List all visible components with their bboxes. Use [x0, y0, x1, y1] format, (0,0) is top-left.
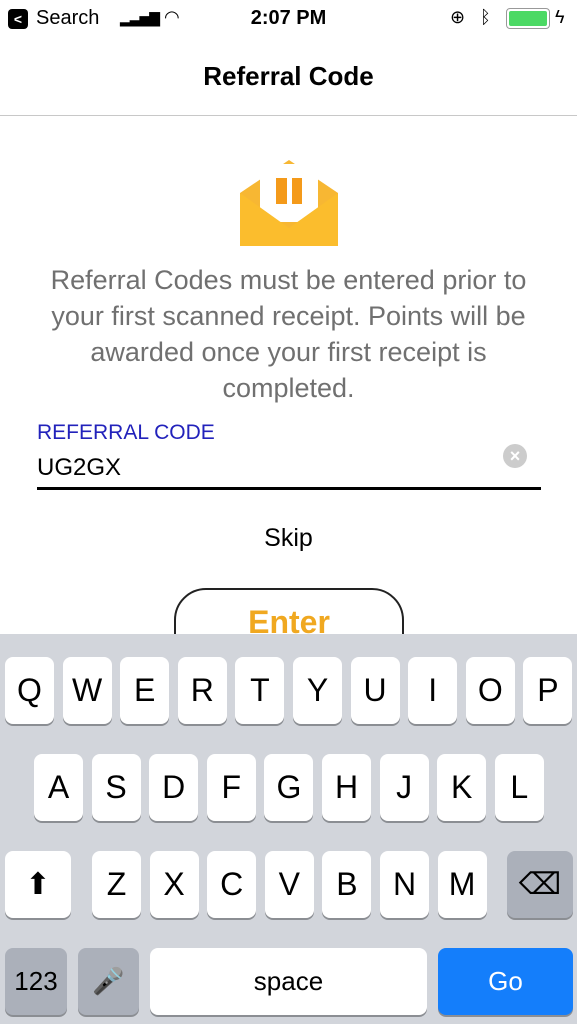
go-button[interactable]: Go [438, 948, 573, 1015]
bluetooth-icon: ᛒ [480, 7, 491, 27]
key-p[interactable]: P [523, 657, 573, 724]
key-w[interactable]: W [62, 657, 112, 724]
key-i[interactable]: I [408, 657, 458, 724]
key-u[interactable]: U [350, 657, 400, 724]
gift-envelope-icon [240, 160, 338, 246]
shift-icon[interactable]: ⬆ [5, 851, 71, 918]
key-f[interactable]: F [206, 754, 256, 821]
key-d[interactable]: D [149, 754, 199, 821]
referral-code-value: UG2GX [37, 454, 122, 481]
key-h[interactable]: H [322, 754, 371, 821]
skip-button[interactable]: Skip [0, 524, 577, 553]
key-g[interactable]: G [264, 754, 314, 821]
key-c[interactable]: C [207, 851, 257, 918]
battery-icon [506, 8, 550, 29]
clear-icon[interactable]: × [503, 444, 527, 468]
key-j[interactable]: J [379, 754, 429, 821]
key-m[interactable]: M [437, 851, 487, 918]
keyboard: Q W E R T Y U I O P A S D F G H J K L Z X C V B N M ⬆ ⌫ 123 🎤 space Go [0, 634, 577, 1024]
space-key[interactable]: space [150, 948, 427, 1015]
key-k[interactable]: K [437, 754, 487, 821]
charging-icon: ϟ [555, 7, 565, 27]
key-x[interactable]: X [149, 851, 199, 918]
microphone-icon[interactable]: 🎤 [78, 948, 139, 1015]
key-t[interactable]: T [235, 657, 285, 724]
referral-code-label: REFERRAL CODE [37, 421, 215, 444]
numbers-key[interactable]: 123 [5, 948, 67, 1015]
key-l[interactable]: L [494, 754, 544, 821]
key-n[interactable]: N [380, 851, 429, 918]
key-s[interactable]: S [91, 754, 141, 821]
key-v[interactable]: V [264, 851, 314, 918]
backspace-icon[interactable]: ⌫ [507, 851, 573, 918]
key-y[interactable]: Y [293, 657, 342, 724]
status-bar: < Search ▂▃▅▇ ◠ 2:07 PM ⊕ ᛒ ϟ [0, 0, 577, 38]
key-a[interactable]: A [34, 754, 83, 821]
key-r[interactable]: R [177, 657, 227, 724]
key-b[interactable]: B [322, 851, 372, 918]
page-title: Referral Code [0, 38, 577, 116]
key-q[interactable]: Q [5, 657, 54, 724]
key-e[interactable]: E [120, 657, 170, 724]
referral-message: Referral Codes must be entered prior to … [50, 265, 527, 403]
referral-code-input[interactable]: UG2GX × [37, 444, 541, 490]
key-z[interactable]: Z [92, 851, 141, 918]
rotation-lock-icon: ⊕ [450, 7, 466, 27]
key-o[interactable]: O [465, 657, 515, 724]
